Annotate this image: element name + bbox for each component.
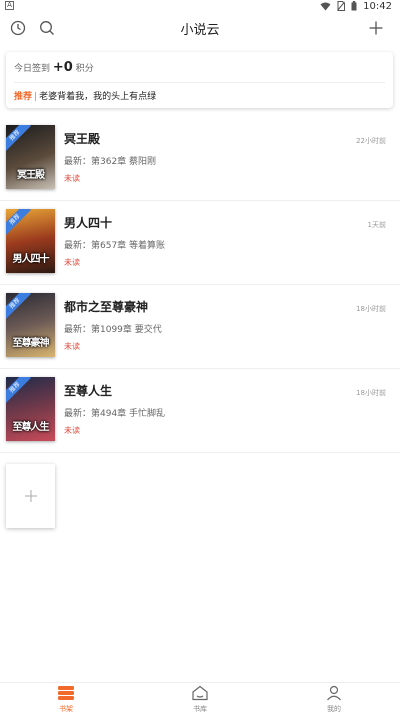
nav-library[interactable]: 书库 xyxy=(170,685,230,714)
book-latest-chapter: 最新：第657章 等着算账 xyxy=(64,241,166,251)
book-cover[interactable]: 推荐 至尊豪神 xyxy=(6,293,55,357)
nav-bookshelf-label: 书架 xyxy=(59,705,73,713)
recommend-separator: | xyxy=(34,92,38,102)
signin-text: 今日签到 +0 积分 xyxy=(14,60,94,75)
book-cover[interactable]: 推荐 冥王殿 xyxy=(6,125,55,189)
book-cover[interactable]: 推荐 男人四十 xyxy=(6,209,55,273)
recommend-tag: 推荐 xyxy=(14,92,33,102)
book-row[interactable]: 推荐 冥王殿 冥王殿 最新：第362章 蔡阳刚 未读 22小时前 xyxy=(0,117,400,201)
cover-title: 冥王殿 xyxy=(17,170,45,181)
recommend-text: 老婆背着我，我的头上有点绿 xyxy=(39,92,157,102)
recommend-line[interactable]: 推荐 | 老婆背着我，我的头上有点绿 xyxy=(14,89,156,102)
cover-ribbon: 推荐 xyxy=(6,209,31,236)
book-title: 冥王殿 xyxy=(64,132,101,146)
signin-prefix: 今日签到 xyxy=(14,64,51,74)
signin-card[interactable]: 今日签到 +0 积分 推荐 | 老婆背着我，我的头上有点绿 xyxy=(6,52,393,108)
cover-title: 至尊豪神 xyxy=(12,338,50,349)
cover-title: 至尊人生 xyxy=(12,422,50,433)
nav-profile-label: 我的 xyxy=(327,705,341,713)
notification-a-icon: A xyxy=(5,1,14,10)
nav-bookshelf[interactable]: 书架 xyxy=(36,685,96,714)
book-row[interactable]: 推荐 男人四十 男人四十 最新：第657章 等着算账 未读 1天前 xyxy=(0,201,400,285)
no-sim-icon xyxy=(337,1,346,11)
nav-profile[interactable]: 我的 xyxy=(304,685,364,714)
book-read-status: 未读 xyxy=(64,426,80,435)
bottom-nav: 书架 书库 我的 xyxy=(0,682,400,716)
status-icons: 10:42 xyxy=(320,0,392,12)
home-icon xyxy=(192,685,208,701)
cover-ribbon: 推荐 xyxy=(6,377,31,404)
add-book-button[interactable] xyxy=(6,464,55,528)
book-read-status: 未读 xyxy=(64,174,80,183)
book-latest-chapter: 最新：第494章 手忙脚乱 xyxy=(64,409,166,419)
cover-ribbon: 推荐 xyxy=(6,125,31,152)
plus-icon xyxy=(24,490,37,502)
page-title: 小说云 xyxy=(180,23,220,38)
divider xyxy=(14,82,385,83)
book-row[interactable]: 推荐 至尊人生 至尊人生 最新：第494章 手忙脚乱 未读 18小时前 xyxy=(0,369,400,453)
plus-icon[interactable] xyxy=(365,17,387,39)
profile-icon xyxy=(327,685,341,701)
book-title: 男人四十 xyxy=(64,216,113,230)
book-title: 都市之至尊豪神 xyxy=(64,300,149,314)
cover-title: 男人四十 xyxy=(12,254,50,265)
book-update-time: 18小时前 xyxy=(356,305,386,313)
bookshelf-icon xyxy=(58,686,74,700)
book-update-time: 22小时前 xyxy=(356,137,386,145)
top-bar: 小说云 xyxy=(0,12,400,46)
book-update-time: 18小时前 xyxy=(356,389,386,397)
signin-points: +0 xyxy=(52,60,73,75)
status-bar: A 10:42 xyxy=(0,0,400,12)
nav-library-label: 书库 xyxy=(193,705,207,713)
book-read-status: 未读 xyxy=(64,258,80,267)
clock-time: 10:42 xyxy=(363,0,392,12)
cover-ribbon: 推荐 xyxy=(6,293,31,320)
book-row[interactable]: 推荐 至尊豪神 都市之至尊豪神 最新：第1099章 要交代 未读 18小时前 xyxy=(0,285,400,369)
book-update-time: 1天前 xyxy=(367,221,386,229)
book-latest-chapter: 最新：第362章 蔡阳刚 xyxy=(64,157,157,167)
book-title: 至尊人生 xyxy=(64,384,113,398)
book-cover[interactable]: 推荐 至尊人生 xyxy=(6,377,55,441)
wifi-icon xyxy=(320,2,331,10)
book-latest-chapter: 最新：第1099章 要交代 xyxy=(64,325,162,335)
book-list: 推荐 冥王殿 冥王殿 最新：第362章 蔡阳刚 未读 22小时前 推荐 男人四十… xyxy=(0,117,400,453)
signin-suffix: 积分 xyxy=(75,64,94,74)
book-read-status: 未读 xyxy=(64,342,80,351)
battery-icon xyxy=(351,1,357,11)
